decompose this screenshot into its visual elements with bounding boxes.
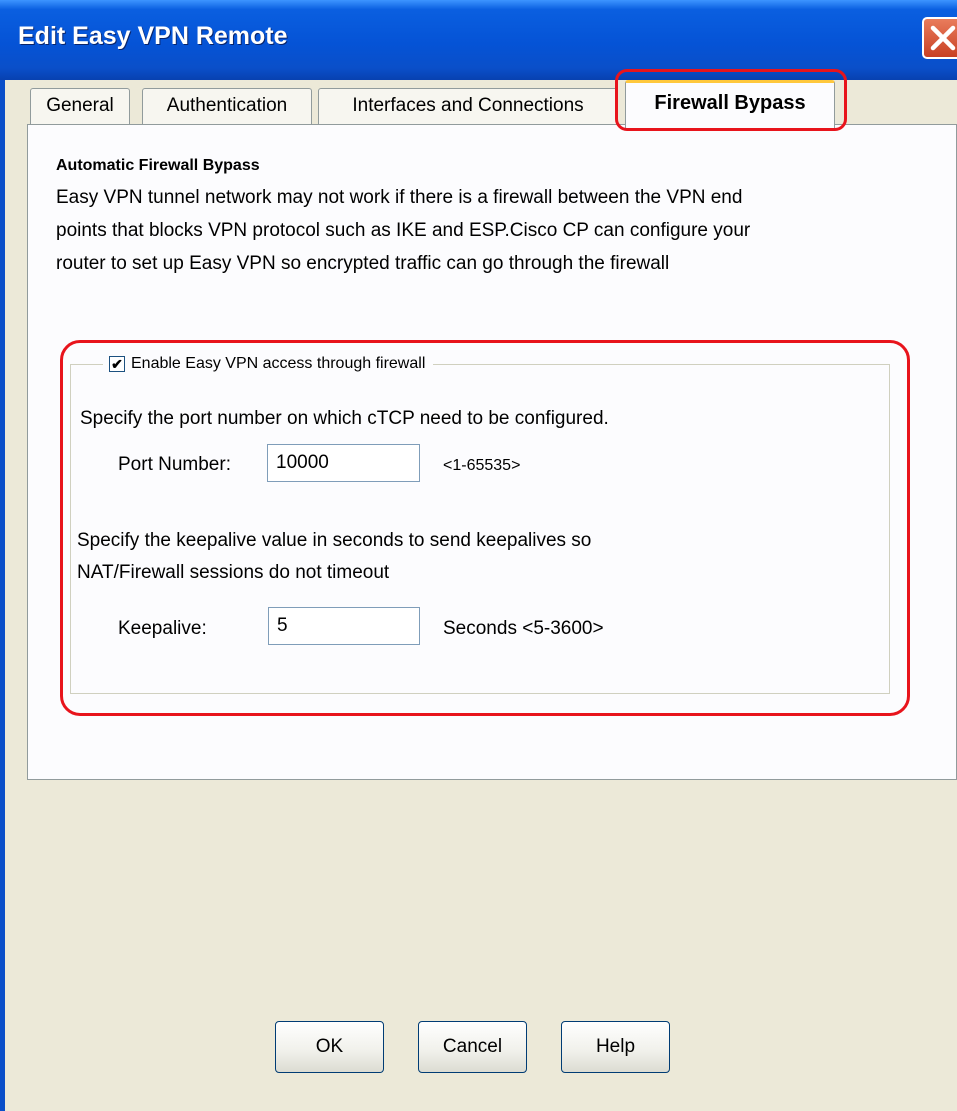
- close-icon: [930, 25, 956, 51]
- keepalive-instruction-line: Specify the keepalive value in seconds t…: [77, 530, 592, 551]
- port-instruction: Specify the port number on which cTCP ne…: [80, 408, 609, 429]
- port-number-label: Port Number:: [118, 454, 231, 475]
- description-line: router to set up Easy VPN so encrypted t…: [56, 253, 670, 274]
- section-title: Automatic Firewall Bypass: [56, 157, 260, 174]
- tab-interfaces-and-connections[interactable]: Interfaces and Connections: [318, 88, 618, 124]
- cancel-button[interactable]: Cancel: [418, 1021, 527, 1073]
- close-button[interactable]: [922, 17, 957, 59]
- keepalive-instruction-line: NAT/Firewall sessions do not timeout: [77, 562, 390, 583]
- keepalive-range-hint: Seconds <5-3600>: [443, 618, 604, 639]
- window-title: Edit Easy VPN Remote: [18, 22, 288, 50]
- keepalive-input[interactable]: [268, 607, 420, 645]
- keepalive-label: Keepalive:: [118, 618, 207, 639]
- group-highlight-annotation: [60, 340, 910, 716]
- description-line: points that blocks VPN protocol such as …: [56, 220, 751, 241]
- tab-authentication[interactable]: Authentication: [142, 88, 312, 124]
- enable-firewall-access-label[interactable]: Enable Easy VPN access through firewall: [131, 355, 425, 373]
- port-range-hint: <1-65535>: [443, 457, 521, 474]
- enable-firewall-access-checkbox[interactable]: ✔: [109, 356, 125, 372]
- description-line: Easy VPN tunnel network may not work if …: [56, 187, 743, 208]
- checkmark-icon: ✔: [111, 356, 123, 372]
- ok-button[interactable]: OK: [275, 1021, 384, 1073]
- help-button[interactable]: Help: [561, 1021, 670, 1073]
- tab-general[interactable]: General: [30, 88, 130, 124]
- tab-highlight-annotation: [615, 69, 847, 131]
- group-legend: ✔ Enable Easy VPN access through firewal…: [103, 352, 434, 376]
- port-number-input[interactable]: [267, 444, 420, 482]
- title-bar: Edit Easy VPN Remote: [0, 0, 957, 80]
